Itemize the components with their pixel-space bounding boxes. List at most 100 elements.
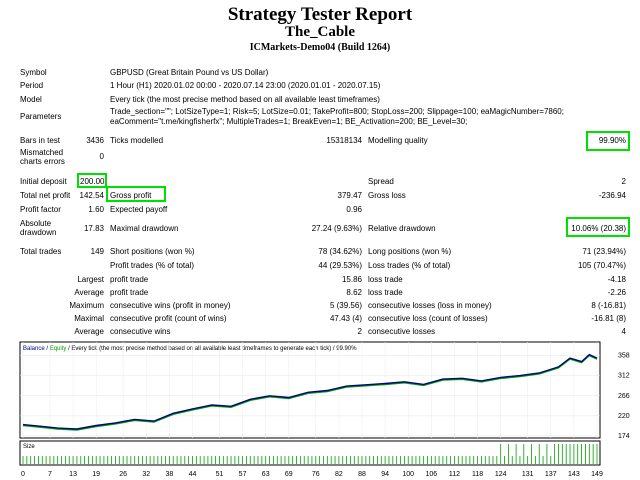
parameters-line-1: Trade_section=""; LotSizeType=1; Risk=5;… xyxy=(110,107,564,116)
total-trades-label: Total trades xyxy=(20,247,62,256)
x-tick-label: 32 xyxy=(142,471,150,478)
x-tick-label: 26 xyxy=(119,471,127,478)
cons-profit-count-value: 47.43 (4) xyxy=(329,314,362,323)
parameters-label: Parameters xyxy=(20,112,62,121)
rel-dd-highlight xyxy=(566,217,630,237)
quality-label: Modelling quality xyxy=(368,136,428,145)
x-tick-label: 0 xyxy=(21,471,25,478)
loss-trades-label: Loss trades (% of total) xyxy=(368,261,451,270)
x-tick-label: 19 xyxy=(92,471,100,478)
largest-label: Largest xyxy=(77,275,104,284)
abs-dd-label-2: drawdown xyxy=(20,228,57,237)
symbol-value: GBPUSD (Great Britain Pound vs US Dollar… xyxy=(110,68,269,77)
average-profit-value: 8.62 xyxy=(346,288,362,297)
cons-wins-money-value: 5 (39.56) xyxy=(329,301,362,310)
gross-profit-highlight xyxy=(106,186,166,202)
loss-trades-value: 105 (70.47%) xyxy=(577,261,626,270)
max-dd-value: 27.24 (9.63%) xyxy=(311,224,362,233)
average-label: Average xyxy=(74,288,104,297)
average-loss-label: loss trade xyxy=(368,288,403,297)
abs-dd-value: 17.83 xyxy=(83,224,104,233)
x-tick-label: 118 xyxy=(472,471,483,478)
gross-loss-label: Gross loss xyxy=(368,191,406,200)
model-label: Model xyxy=(20,95,42,104)
profit-trades-label: Profit trades (% of total) xyxy=(110,261,195,270)
balance-chart: Balance / Equity / Every tick (the most … xyxy=(19,341,630,478)
bars-value: 3436 xyxy=(86,136,104,145)
legend-equity: Equity xyxy=(50,346,67,352)
avg-cons-losses-label: consecutive losses xyxy=(368,327,436,336)
y-tick-label: 312 xyxy=(618,373,630,380)
x-tick-label: 7 xyxy=(48,471,52,478)
x-tick-label: 94 xyxy=(381,471,389,478)
gross-profit-value: 379.47 xyxy=(337,191,362,200)
max-dd-label: Maximal drawdown xyxy=(110,224,179,233)
spread-label: Spread xyxy=(368,177,394,186)
x-tick-label: 44 xyxy=(189,471,197,478)
volume-panel xyxy=(19,440,601,466)
mismatch-value: 0 xyxy=(99,152,104,161)
model-value: Every tick (the most precise method base… xyxy=(110,95,380,104)
maximum-label: Maximum xyxy=(69,301,104,310)
avg-cons-wins-value: 2 xyxy=(357,327,362,336)
x-tick-label: 13 xyxy=(69,471,77,478)
rel-dd-label: Relative drawdown xyxy=(368,224,436,233)
x-tick-label: 143 xyxy=(568,471,580,478)
x-tick-label: 63 xyxy=(262,471,270,478)
short-pos-value: 78 (34.62%) xyxy=(318,247,362,256)
cons-profit-count-label: consecutive profit (count of wins) xyxy=(110,314,227,323)
x-tick-label: 69 xyxy=(285,471,293,478)
spread-value: 2 xyxy=(621,177,626,186)
bars-label: Bars in test xyxy=(20,136,61,145)
ticks-label: Ticks modelled xyxy=(110,136,164,145)
largest-profit-label: profit trade xyxy=(110,275,149,284)
legend-balance: Balance xyxy=(23,346,45,352)
largest-profit-value: 15.86 xyxy=(341,275,362,284)
cons-wins-money-label: consecutive wins (profit in money) xyxy=(110,301,231,310)
largest-loss-value: -4.18 xyxy=(607,275,626,284)
y-axis-ticks: 174 220 266 312 358 xyxy=(618,353,630,441)
x-tick-label: 112 xyxy=(449,471,460,478)
legend-separator: / xyxy=(46,346,48,352)
avg-cons-wins-label: consecutive wins xyxy=(110,327,171,336)
x-tick-label: 137 xyxy=(545,471,557,478)
average-loss-value: -2.26 xyxy=(607,288,626,297)
symbol-label: Symbol xyxy=(20,68,47,77)
x-tick-label: 57 xyxy=(239,471,247,478)
report-title: Strategy Tester Report xyxy=(227,4,413,25)
parameters-line-2: eaComment="t.me/kingfisherfx"; MultipleT… xyxy=(110,117,468,126)
average-profit-label: profit trade xyxy=(110,288,149,297)
cons-loss-count-value: -16.81 (8) xyxy=(591,314,626,323)
net-profit-label: Total net profit xyxy=(20,191,71,200)
x-tick-label: 124 xyxy=(495,471,507,478)
legend-description: / Every tick (the most precise method ba… xyxy=(68,346,357,352)
cons-losses-money-value: 8 (-16.81) xyxy=(591,301,626,310)
ea-name: The_Cable xyxy=(284,24,355,40)
largest-loss-label: loss trade xyxy=(368,275,403,284)
quality-highlight xyxy=(586,131,630,151)
gross-loss-value: -236.94 xyxy=(598,191,626,200)
mismatch-label-2: charts errors xyxy=(20,157,65,166)
net-profit-value: 142.54 xyxy=(79,191,104,200)
y-tick-label: 358 xyxy=(618,353,630,360)
x-tick-label: 100 xyxy=(402,471,414,478)
expected-payoff-value: 0.96 xyxy=(346,205,362,214)
maximal-label: Maximal xyxy=(74,314,104,323)
period-label: Period xyxy=(20,81,44,90)
cons-loss-count-label: consecutive loss (count of losses) xyxy=(368,314,488,323)
x-tick-label: 76 xyxy=(312,471,320,478)
long-pos-value: 71 (23.94%) xyxy=(582,247,626,256)
average-cons-label: Average xyxy=(74,327,104,336)
profit-trades-value: 44 (29.53%) xyxy=(318,261,362,270)
long-pos-label: Long positions (won %) xyxy=(368,247,452,256)
x-tick-label: 106 xyxy=(426,471,438,478)
y-tick-label: 220 xyxy=(618,413,630,420)
chart-svg: Balance / Equity / Every tick (the most … xyxy=(19,341,630,478)
short-pos-label: Short positions (won %) xyxy=(110,247,195,256)
total-trades-value: 149 xyxy=(90,247,104,256)
cons-losses-money-label: consecutive losses (loss in money) xyxy=(368,301,492,310)
server-info: ICMarkets-Demo04 (Build 1264) xyxy=(249,42,391,53)
x-axis-ticks: 0 7 13 19 26 32 38 44 51 57 63 69 76 82 88 94 100 106 112 1… xyxy=(21,471,603,478)
period-value: 1 Hour (H1) 2020.01.02 00:00 - 2020.07.1… xyxy=(110,81,381,90)
x-tick-label: 88 xyxy=(358,471,366,478)
